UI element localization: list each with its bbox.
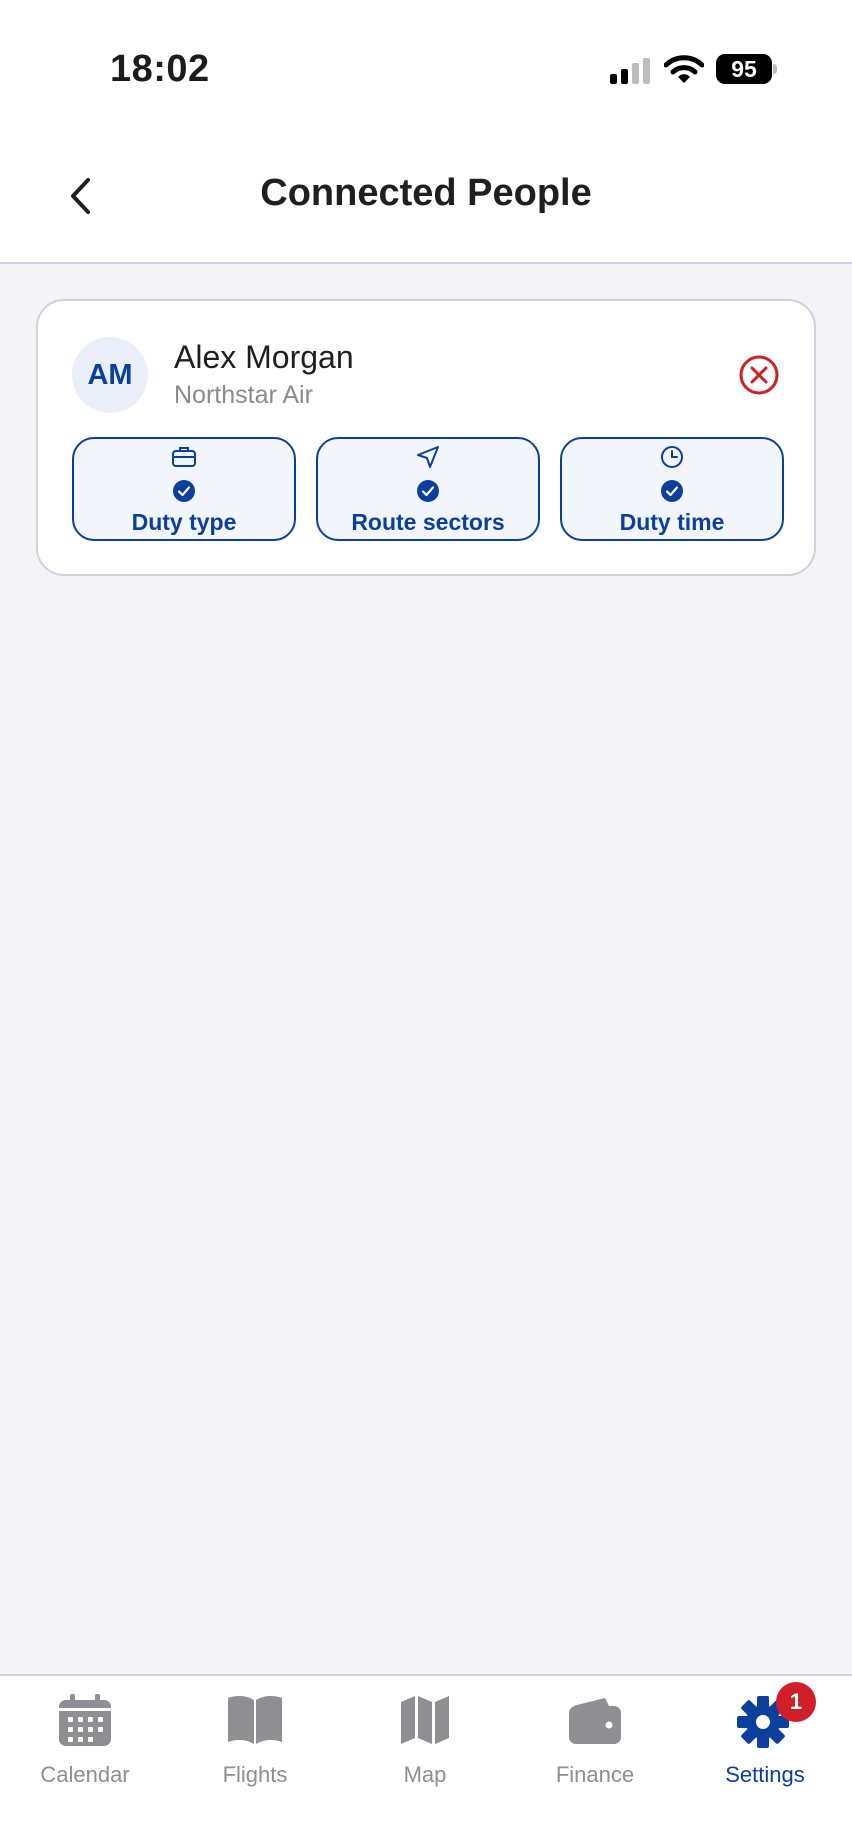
status-time: 18:02 bbox=[110, 48, 210, 90]
permission-label: Route sectors bbox=[351, 509, 505, 535]
tab-label: Finance bbox=[555, 1762, 635, 1787]
navigation-arrow-icon bbox=[417, 446, 439, 468]
screen: 18:02 95 Connected People AM Alex Morgan… bbox=[0, 0, 852, 1846]
tab-finance[interactable]: Finance bbox=[510, 1688, 680, 1798]
tab-label: Map bbox=[403, 1762, 447, 1787]
remove-circle-icon[interactable] bbox=[738, 354, 780, 396]
battery-level: 95 bbox=[716, 54, 772, 84]
battery-tip bbox=[773, 64, 777, 74]
tab-label: Calendar bbox=[40, 1762, 130, 1787]
tab-map[interactable]: Map bbox=[340, 1688, 510, 1798]
wifi-icon bbox=[664, 55, 704, 83]
battery-icon: 95 bbox=[716, 54, 778, 84]
tab-settings[interactable]: 1 Settings bbox=[680, 1682, 850, 1798]
cellular-signal-icon bbox=[610, 58, 650, 84]
tab-bar: Calendar Flights Map Finance 1 Settings bbox=[0, 1674, 852, 1846]
permission-duty-time[interactable]: Duty time bbox=[560, 437, 784, 541]
tab-flights[interactable]: Flights bbox=[170, 1688, 340, 1798]
tab-label: Settings bbox=[725, 1762, 805, 1787]
permission-duty-type[interactable]: Duty type bbox=[72, 437, 296, 541]
check-circle-icon bbox=[661, 480, 683, 502]
notification-badge: 1 bbox=[776, 1682, 816, 1722]
check-circle-icon bbox=[417, 480, 439, 502]
check-circle-icon bbox=[173, 480, 195, 502]
permission-row: Duty type Route sectors Duty time bbox=[72, 437, 784, 541]
nav-header: Connected People bbox=[0, 150, 852, 242]
avatar: AM bbox=[72, 337, 148, 413]
map-icon bbox=[401, 1696, 449, 1744]
clock-icon bbox=[661, 446, 683, 468]
connected-person-card: AM Alex Morgan Northstar Air Duty type R… bbox=[36, 299, 816, 576]
briefcase-icon bbox=[172, 447, 196, 467]
book-icon bbox=[228, 1695, 282, 1744]
permission-label: Duty type bbox=[131, 509, 237, 535]
page-title: Connected People bbox=[260, 172, 592, 214]
top-area: 18:02 95 Connected People bbox=[0, 0, 852, 264]
tab-calendar[interactable]: Calendar bbox=[0, 1688, 170, 1798]
calendar-icon bbox=[59, 1694, 111, 1746]
person-name: Alex Morgan bbox=[174, 339, 354, 375]
permission-route-sectors[interactable]: Route sectors bbox=[316, 437, 540, 541]
permission-label: Duty time bbox=[619, 509, 725, 535]
tab-label: Flights bbox=[222, 1762, 288, 1787]
status-bar: 18:02 95 bbox=[0, 0, 852, 140]
person-company: Northstar Air bbox=[174, 381, 313, 409]
wallet-icon bbox=[569, 1698, 621, 1744]
